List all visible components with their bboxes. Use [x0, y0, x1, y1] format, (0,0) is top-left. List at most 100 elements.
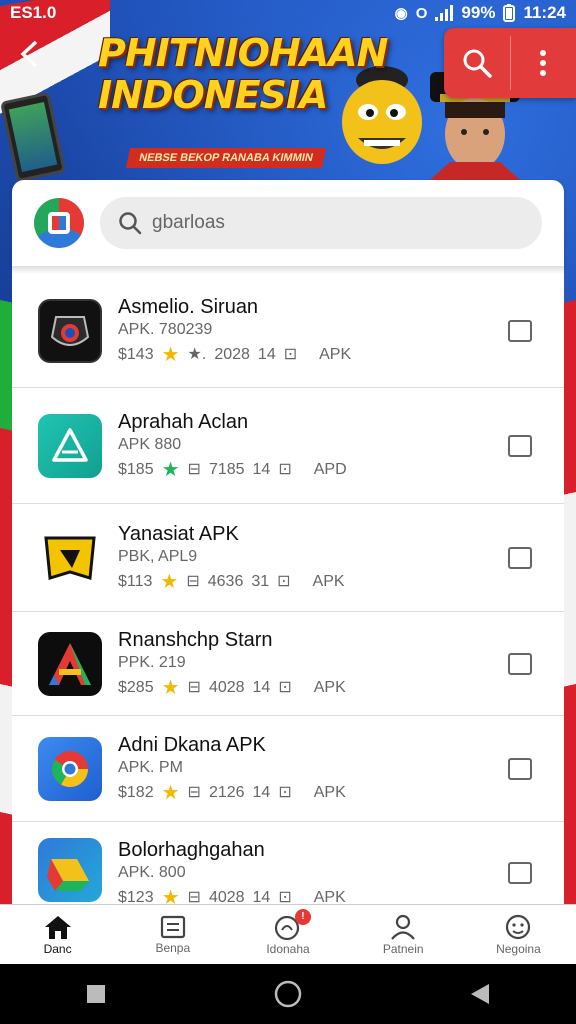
star-icon: ★	[161, 676, 180, 699]
banner-title: PHITNIOHAAN INDONESIA	[98, 31, 388, 117]
list-item[interactable]: Yanasiat APK PBK, APL9 $113 ★ ⊟ 4636 31 …	[12, 504, 564, 612]
select-checkbox[interactable]	[508, 434, 532, 457]
clock: 11:24	[523, 3, 566, 22]
app-price: $113	[118, 572, 153, 590]
status-bar: ES1.0 ◉ O 99% 11:24	[0, 0, 576, 26]
select-checkbox[interactable]	[508, 546, 532, 569]
app-size: 14	[252, 460, 271, 478]
nav-profile[interactable]: Patnein	[346, 905, 461, 964]
more-vertical-icon	[540, 50, 547, 76]
select-checkbox[interactable]	[508, 319, 532, 342]
package-icon: ⊟	[187, 460, 201, 478]
nav-more[interactable]: Negoina	[461, 905, 576, 964]
app-type: APK	[313, 678, 346, 696]
app-size: 14	[252, 783, 271, 801]
top-action-bar	[444, 28, 576, 98]
chevron-left-icon	[20, 40, 38, 68]
status-left-text: ES1.0	[10, 3, 57, 22]
nav-label: Danc	[43, 941, 72, 956]
recents-button[interactable]	[66, 974, 126, 1014]
list-item[interactable]: Adni Dkana APK APK. PM $182 ★ ⊟ 2126 14 …	[12, 716, 564, 822]
app-size: 14	[252, 678, 271, 696]
chrome-app-icon	[38, 736, 102, 801]
triangle-back-icon	[471, 984, 489, 1004]
app-price: $143	[118, 345, 154, 363]
shield-app-icon	[38, 298, 102, 363]
nav-label: Benpa	[155, 940, 191, 955]
app-rating: 4636	[207, 572, 244, 590]
nav-home[interactable]: Danc	[0, 905, 115, 964]
app-type: APD	[313, 460, 347, 478]
banner-title-line1: PHITNIOHAAN	[98, 31, 388, 75]
package-icon: ⊟	[187, 678, 201, 696]
download-icon: ⊡	[277, 572, 291, 590]
back-button[interactable]	[18, 38, 58, 78]
banner-title-line2: INDONESIA	[98, 73, 328, 117]
nav-list[interactable]: Benpa	[115, 905, 230, 964]
app-type: APK	[319, 345, 352, 363]
home-icon	[44, 915, 71, 939]
list-item[interactable]: Aprahah Aclan APK 880 $185 ★ ⊟ 7185 14 ⊡…	[12, 388, 564, 504]
more-options-button[interactable]	[511, 28, 576, 98]
vpn-icon: ◉	[394, 5, 408, 22]
app-subtitle: APK. 800	[118, 864, 186, 881]
app-rating: 4028	[208, 889, 245, 906]
app-type: APK	[313, 889, 346, 906]
alarm-icon: O	[415, 4, 428, 22]
list-item[interactable]: Rnanshchp Starn PPK. 219 $285 ★ ⊟ 4028 1…	[12, 612, 564, 716]
download-icon: ⊡	[278, 889, 292, 906]
app-price: $185	[118, 460, 154, 478]
search-input[interactable]: gbarloas	[100, 197, 542, 249]
package-icon: ⊟	[186, 572, 200, 590]
nav-label: Negoina	[496, 941, 541, 956]
app-price: $285	[118, 678, 154, 696]
nav-label: Patnein	[382, 941, 424, 956]
app-rating: 2028	[214, 345, 250, 363]
triangle-app-icon	[38, 413, 102, 478]
yellow-app-icon	[38, 526, 102, 590]
app-rating: 7185	[208, 460, 245, 478]
star-icon: ★	[161, 343, 180, 366]
package-icon: ⊟	[187, 889, 201, 906]
list-icon	[160, 915, 185, 938]
system-navigation	[0, 964, 576, 1024]
app-title: Adni Dkana APK	[118, 733, 266, 756]
select-checkbox[interactable]	[508, 652, 532, 675]
download-icon: ⊡	[283, 345, 298, 363]
search-icon	[463, 49, 492, 78]
star-icon: ★	[161, 458, 180, 481]
star-icon: ★	[160, 570, 179, 593]
search-button[interactable]	[444, 28, 510, 98]
app-subtitle: PBK, APL9	[118, 547, 198, 565]
app-subtitle: APK. PM	[118, 758, 183, 776]
drive-app-icon	[38, 838, 102, 902]
select-checkbox[interactable]	[508, 862, 532, 884]
app-title: Bolorhaghgahan	[118, 839, 265, 861]
signal-icon	[435, 5, 454, 21]
nav-notifications[interactable]: ! Idonaha	[230, 905, 345, 964]
download-icon: ⊡	[278, 678, 292, 696]
home-button[interactable]	[258, 974, 318, 1014]
app-subtitle: APK 880	[118, 435, 182, 453]
store-logo-inner	[48, 212, 70, 234]
store-logo-icon[interactable]	[34, 198, 84, 248]
app-type: APK	[313, 783, 346, 801]
list-item[interactable]: Asmelio. Siruan APK. 780239 $143 ★ ★. 20…	[12, 274, 564, 388]
star-icon: ★	[161, 781, 180, 804]
app-size: 14	[252, 889, 271, 906]
star-icon: ★	[161, 887, 180, 906]
back-nav-button[interactable]	[450, 974, 510, 1014]
app-subtitle: PPK. 219	[118, 653, 186, 671]
smiley-icon	[506, 914, 531, 939]
app-size: 31	[251, 572, 270, 590]
download-icon: ⊡	[278, 460, 292, 478]
search-query: gbarloas	[152, 212, 225, 233]
select-checkbox[interactable]	[508, 757, 532, 780]
app-subtitle: APK. 780239	[118, 320, 213, 338]
package-icon: ⊟	[187, 783, 201, 801]
download-icon: ⊡	[278, 783, 292, 801]
letter-a-app-icon	[38, 631, 102, 696]
person-icon	[391, 914, 416, 940]
app-rating: 4028	[208, 678, 245, 696]
list-item[interactable]: Bolorhaghgahan APK. 800 $123 ★ ⊟ 4028 14…	[12, 822, 564, 906]
